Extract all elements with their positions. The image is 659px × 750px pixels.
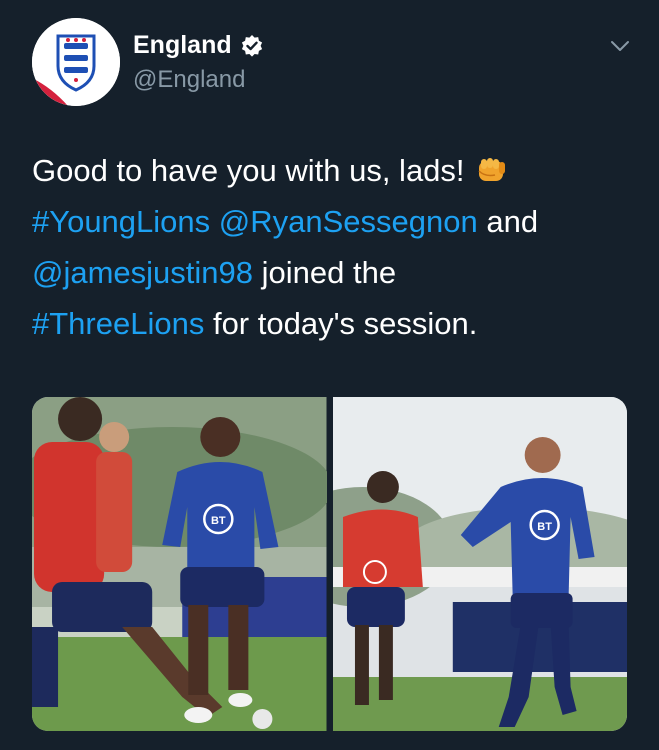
chevron-down-icon[interactable] [609,38,631,54]
three-lions-crest-icon [32,18,120,106]
tweet-text-session: for today's session. [204,306,478,341]
verified-badge-icon [240,34,264,58]
tweet-line-3: @jamesjustin98 joined the [32,247,632,298]
mention-james-justin[interactable]: @jamesjustin98 [32,255,253,290]
photo-2-jersey-logo: BT [537,521,552,533]
mention-ryan-sessegnon[interactable]: @RyanSessegnon [219,204,478,239]
tweet-line-1: Good to have you with us, lads! [32,145,632,196]
media-photo-1[interactable]: BT [32,397,327,731]
hashtag-young-lions[interactable]: #YoungLions [32,204,210,239]
name-row: England [133,31,264,60]
tweet: England @England Good to have you with u… [0,0,659,750]
fist-bump-emoji-icon [475,149,509,200]
avatar[interactable] [32,18,120,106]
tweet-line-2: #YoungLions @RyanSessegnon and [32,196,632,247]
display-name[interactable]: England [133,31,232,60]
handle[interactable]: @England [133,66,245,94]
media-grid: BT BT [32,397,627,731]
tweet-greeting: Good to have you with us, lads! [32,153,465,188]
tweet-text-joined: joined the [253,255,397,290]
tweet-text-and: and [477,204,539,239]
tweet-line-4: #ThreeLions for today's session. [32,298,632,349]
hashtag-three-lions[interactable]: #ThreeLions [32,306,204,341]
media-photo-2[interactable]: BT [332,397,627,731]
photo-1-jersey-logo: BT [211,515,226,527]
tweet-text: Good to have you with us, lads! #YoungLi… [32,145,632,349]
